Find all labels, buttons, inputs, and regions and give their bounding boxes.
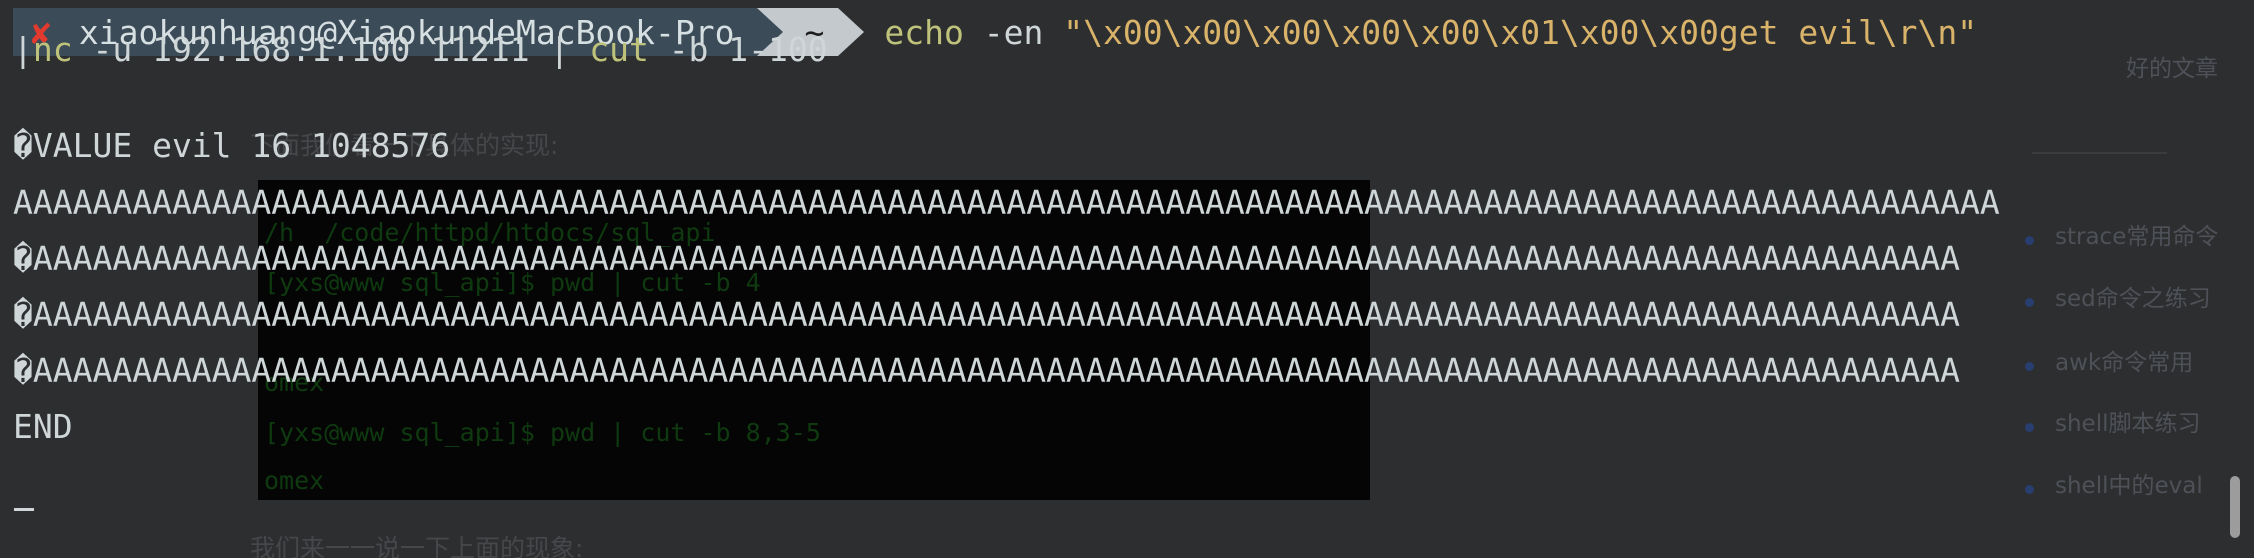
output-line: END [13, 407, 73, 446]
prompt-end-arrow-icon [838, 8, 865, 56]
command-line-2[interactable]: |nc -u 192.168.1.100 11211 | cut -b 1-10… [13, 28, 828, 72]
cmd-pipe: | [13, 30, 33, 69]
output-line: �AAAAAAAAAAAAAAAAAAAAAAAAAAAAAAAAAAAAAAA… [13, 239, 1961, 278]
text-cursor [14, 508, 34, 511]
cmd-cut-args: -b 1-100 [668, 30, 828, 69]
output-line: AAAAAAAAAAAAAAAAAAAAAAAAAAAAAAAAAAAAAAAA… [13, 183, 2000, 222]
output-line: �AAAAAAAAAAAAAAAAAAAAAAAAAAAAAAAAAAAAAAA… [13, 295, 1961, 334]
terminal-window[interactable]: ✘ xiaokunhuang@XiaokundeMacBook-Pro ~ ec… [0, 0, 2230, 558]
scrollbar-thumb[interactable] [2230, 476, 2240, 538]
scrollbar[interactable] [2228, 0, 2242, 558]
cmd-nc: nc [32, 30, 73, 69]
cmd-flag: -en [983, 12, 1044, 52]
cmd-nc-args: -u 192.168.1.100 11211 | [92, 30, 590, 69]
output-line: �VALUE evil 16 1048576 [13, 126, 451, 165]
cmd-string: "\x00\x00\x00\x00\x00\x01\x00\x00get evi… [1063, 12, 1978, 52]
cmd-cut: cut [589, 30, 649, 69]
command-line-1[interactable]: echo -en "\x00\x00\x00\x00\x00\x01\x00\x… [864, 8, 1977, 56]
cmd-echo: echo [884, 12, 964, 52]
output-line: �AAAAAAAAAAAAAAAAAAAAAAAAAAAAAAAAAAAAAAA… [13, 351, 1961, 390]
